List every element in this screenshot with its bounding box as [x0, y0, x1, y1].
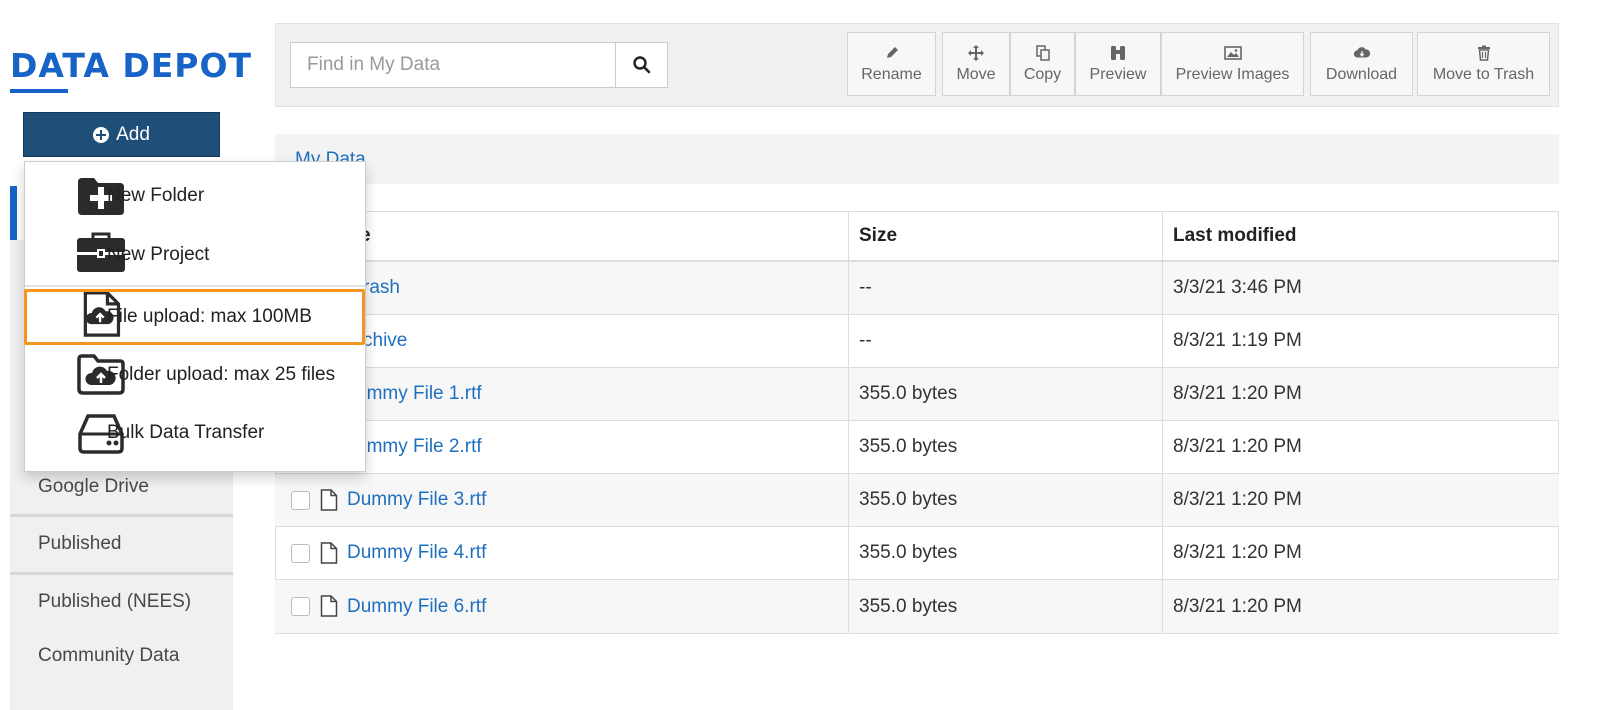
image-icon — [1223, 44, 1242, 62]
file-size: -- — [859, 330, 872, 351]
cloud-download-icon — [1353, 44, 1371, 62]
menu-divider — [25, 285, 365, 287]
menu-item-label: New Project — [107, 244, 210, 265]
file-size: 355.0 bytes — [859, 542, 958, 563]
menu-item-new-folder[interactable]: New Folder — [24, 167, 366, 225]
row-checkbox[interactable] — [291, 491, 310, 510]
copy-label: Copy — [1023, 66, 1062, 83]
table-row[interactable]: ummy File 2.rtf 355.0 bytes 8/3/21 1:20 … — [275, 421, 1559, 474]
table-row[interactable]: chive -- 8/3/21 1:19 PM — [275, 315, 1559, 368]
menu-item-new-project[interactable]: New Project — [24, 226, 366, 284]
preview-button[interactable]: Preview — [1075, 32, 1161, 96]
file-size: 355.0 bytes — [859, 383, 958, 404]
column-divider — [848, 211, 849, 634]
file-size: 355.0 bytes — [859, 595, 958, 617]
sidebar-item-label: Published — [38, 532, 122, 554]
file-name-link[interactable]: Dummy File 6.rtf — [347, 580, 486, 633]
add-button[interactable]: Add — [23, 112, 220, 157]
menu-item-label: New Folder — [107, 185, 205, 206]
column-divider — [1162, 211, 1163, 634]
download-button[interactable]: Download — [1310, 32, 1413, 96]
move-to-trash-button[interactable]: Move to Trash — [1417, 32, 1550, 96]
sidebar-item-community-data[interactable]: Community Data — [10, 628, 233, 684]
file-name-link[interactable]: chive — [363, 315, 407, 367]
copy-icon — [1034, 44, 1052, 62]
column-header-size[interactable]: Size — [859, 211, 897, 260]
file-size: 355.0 bytes — [859, 436, 958, 457]
sidebar-item-label: Community Data — [38, 645, 180, 666]
pencil-icon — [883, 44, 901, 62]
preview-images-label: Preview Images — [1175, 66, 1290, 83]
search-button[interactable] — [615, 42, 668, 88]
column-header-last-modified[interactable]: Last modified — [1173, 211, 1297, 260]
file-modified: 8/3/21 1:20 PM — [1173, 542, 1302, 563]
move-to-trash-label: Move to Trash — [1432, 66, 1535, 83]
preview-label: Preview — [1089, 66, 1147, 83]
row-checkbox[interactable] — [291, 544, 310, 563]
file-modified: 8/3/21 1:20 PM — [1173, 595, 1302, 617]
file-size: 355.0 bytes — [859, 489, 958, 510]
file-icon — [320, 595, 338, 617]
move-label: Move — [956, 66, 996, 83]
table-row[interactable]: Dummy File 4.rtf 355.0 bytes 8/3/21 1:20… — [275, 527, 1559, 580]
search-input[interactable]: Find in My Data — [290, 42, 616, 88]
table-row[interactable]: Dummy File 6.rtf 355.0 bytes 8/3/21 1:20… — [275, 580, 1559, 633]
breadcrumb-bar — [275, 134, 1559, 184]
file-name-link[interactable]: ummy File 2.rtf — [356, 421, 482, 473]
file-modified: 8/3/21 1:19 PM — [1173, 330, 1302, 351]
file-modified: 3/3/21 3:46 PM — [1173, 277, 1302, 298]
move-button[interactable]: Move — [942, 32, 1010, 96]
menu-item-bulk-data-transfer[interactable]: Bulk Data Transfer — [24, 404, 366, 462]
sidebar-item-published[interactable]: Published — [10, 514, 233, 570]
highlight-box — [24, 289, 365, 345]
table-row[interactable]: Dummy File 3.rtf 355.0 bytes 8/3/21 1:20… — [275, 474, 1559, 527]
file-icon — [320, 542, 338, 564]
table-row[interactable]: ummy File 1.rtf 355.0 bytes 8/3/21 1:20 … — [275, 368, 1559, 421]
file-name-link[interactable]: Dummy File 3.rtf — [347, 474, 486, 526]
plus-circle-icon — [93, 126, 110, 143]
menu-item-folder-upload[interactable]: Folder upload: max 25 files — [24, 346, 366, 404]
download-label: Download — [1325, 66, 1398, 83]
copy-button[interactable]: Copy — [1010, 32, 1075, 96]
file-name-link[interactable]: Dummy File 4.rtf — [347, 527, 486, 579]
menu-item-label: Bulk Data Transfer — [107, 422, 265, 443]
table-header-row: e Size Last modified — [275, 211, 1559, 262]
table-row[interactable]: rash -- 3/3/21 3:46 PM — [275, 262, 1559, 315]
sidebar-item-label: Published (NEES) — [38, 590, 192, 612]
sidebar-item-label: Google Drive — [38, 476, 149, 497]
sidebar-active-indicator — [10, 186, 17, 240]
trash-icon — [1475, 44, 1493, 62]
search-icon — [632, 56, 650, 74]
file-modified: 8/3/21 1:20 PM — [1173, 489, 1302, 510]
rename-label: Rename — [861, 66, 922, 83]
file-name-link[interactable]: rash — [363, 262, 400, 314]
file-name-link[interactable]: ummy File 1.rtf — [356, 368, 482, 420]
move-arrows-icon — [967, 44, 985, 62]
binoculars-icon — [1109, 44, 1127, 62]
file-modified: 8/3/21 1:20 PM — [1173, 436, 1302, 457]
row-checkbox[interactable] — [291, 597, 310, 616]
sidebar-item-published-nees[interactable]: Published (NEES) — [10, 572, 233, 628]
preview-images-button[interactable]: Preview Images — [1161, 32, 1304, 96]
file-modified: 8/3/21 1:20 PM — [1173, 383, 1302, 404]
rename-button[interactable]: Rename — [847, 32, 936, 96]
menu-item-label: Folder upload: max 25 files — [107, 364, 336, 385]
logo-underline — [10, 89, 68, 93]
add-button-label: Add — [116, 123, 150, 145]
app-logo[interactable]: DATA DEPOT — [10, 46, 252, 85]
file-icon — [320, 489, 338, 511]
file-size: -- — [859, 277, 872, 298]
